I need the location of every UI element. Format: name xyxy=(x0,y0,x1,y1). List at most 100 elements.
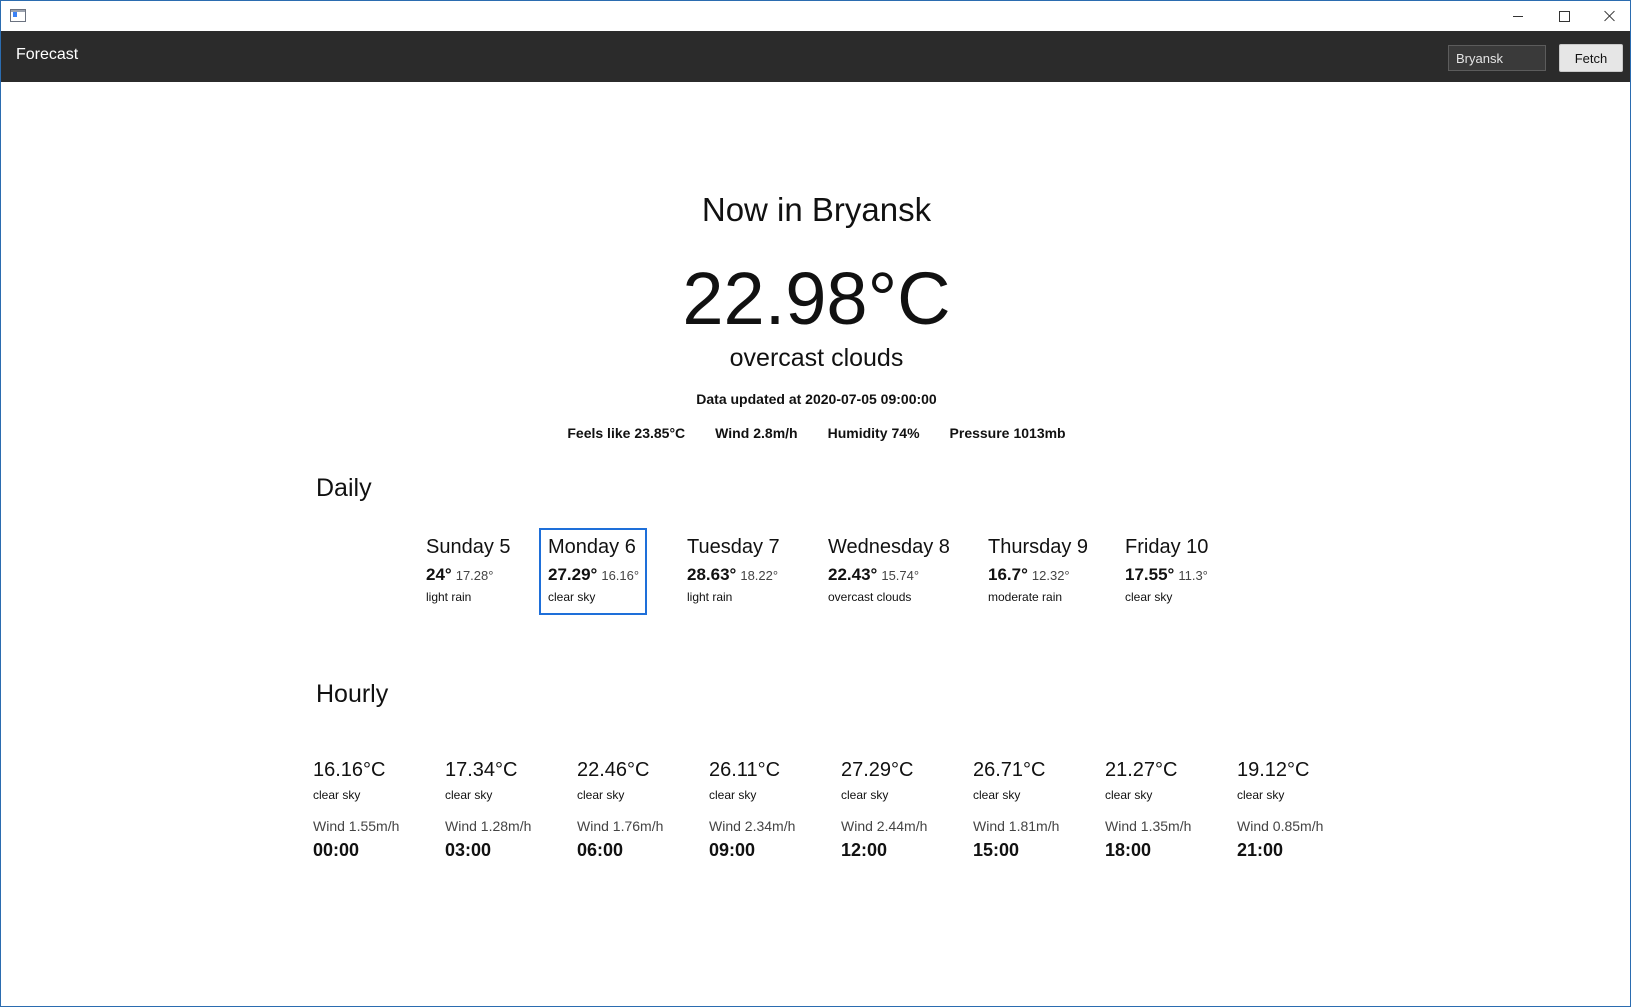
hour-temperature: 27.29°C xyxy=(841,759,914,781)
stat-value: 23.85°C xyxy=(634,425,686,441)
hour-description: clear sky xyxy=(1237,788,1285,802)
hour-wind: Wind 1.35m/h xyxy=(1105,818,1192,834)
day-min-temp: 12.32° xyxy=(1031,568,1070,583)
city-input[interactable] xyxy=(1448,45,1546,71)
day-min-temp: 17.28° xyxy=(455,568,494,583)
hour-description: clear sky xyxy=(841,788,889,802)
day-min-temp: 18.22° xyxy=(740,568,779,583)
hour-time: 09:00 xyxy=(709,840,756,860)
day-max-temp: 28.63° xyxy=(687,565,737,584)
day-description: clear sky xyxy=(1125,590,1173,604)
stat-pressure: Pressure 1013mb xyxy=(950,425,1066,441)
day-temps: 24° 17.28° xyxy=(426,565,511,585)
stat-label: Pressure xyxy=(949,425,1010,441)
day-max-temp: 27.29° xyxy=(548,565,598,584)
hour-description: clear sky xyxy=(445,788,493,802)
day-temps: 22.43° 15.74° xyxy=(828,565,950,585)
daily-item[interactable]: Thursday 9 16.7° 12.32° moderate rain xyxy=(979,528,1097,615)
minimize-button[interactable] xyxy=(1495,1,1541,31)
hour-wind: Wind 1.76m/h xyxy=(577,818,664,834)
stat-label: Humidity xyxy=(827,425,888,441)
day-name: Friday 10 xyxy=(1125,536,1209,558)
current-stats: Feels like 23.85°C Wind 2.8m/h Humidity … xyxy=(1,425,1630,441)
app-bar: Forecast Fetch xyxy=(1,31,1630,82)
hour-temperature: 26.11°C xyxy=(709,759,781,781)
day-min-temp: 16.16° xyxy=(601,568,640,583)
minimize-icon xyxy=(1513,15,1523,17)
daily-section-title: Daily xyxy=(316,474,372,502)
day-temps: 17.55° 11.3° xyxy=(1125,565,1208,585)
hour-wind: Wind 0.85m/h xyxy=(1237,818,1324,834)
data-updated-label: Data updated at 2020-07-05 09:00:00 xyxy=(696,391,937,407)
daily-item[interactable]: Tuesday 7 28.63° 18.22° light rain xyxy=(678,528,789,615)
stat-label: Wind xyxy=(715,425,750,441)
day-min-temp: 11.3° xyxy=(1178,568,1208,583)
hour-wind: Wind 2.34m/h xyxy=(709,818,796,834)
day-max-temp: 16.7° xyxy=(988,565,1028,584)
day-name: Sunday 5 xyxy=(426,536,511,558)
hour-description: clear sky xyxy=(313,788,361,802)
maximize-button[interactable] xyxy=(1541,1,1587,31)
stat-humidity: Humidity 74% xyxy=(828,425,920,441)
hour-time: 03:00 xyxy=(445,840,492,860)
app-icon xyxy=(10,9,26,22)
hourly-item: 21.27°C clear sky Wind 1.35m/h 18:00 xyxy=(1105,759,1235,861)
hour-time: 00:00 xyxy=(313,840,360,860)
hour-wind: Wind 1.55m/h xyxy=(313,818,400,834)
hour-time: 12:00 xyxy=(841,840,888,860)
hour-wind: Wind 2.44m/h xyxy=(841,818,928,834)
daily-item[interactable]: Sunday 5 24° 17.28° light rain xyxy=(417,528,520,615)
day-max-temp: 24° xyxy=(426,565,452,584)
app-title: Forecast xyxy=(16,46,79,63)
daily-item[interactable]: Friday 10 17.55° 11.3° clear sky xyxy=(1116,528,1217,615)
hour-temperature: 19.12°C xyxy=(1237,759,1310,781)
day-temps: 28.63° 18.22° xyxy=(687,565,780,585)
hour-wind: Wind 1.28m/h xyxy=(445,818,532,834)
day-name: Tuesday 7 xyxy=(687,536,780,558)
hourly-item: 17.34°C clear sky Wind 1.28m/h 03:00 xyxy=(445,759,575,861)
hourly-section-title: Hourly xyxy=(316,680,389,708)
current-temperature: 22.98°C xyxy=(682,257,951,340)
hour-description: clear sky xyxy=(1105,788,1153,802)
close-button[interactable] xyxy=(1587,1,1630,31)
hour-temperature: 16.16°C xyxy=(313,759,386,781)
stat-value: 1013mb xyxy=(1013,425,1066,441)
hour-time: 15:00 xyxy=(973,840,1020,860)
day-temps: 16.7° 12.32° xyxy=(988,565,1088,585)
maximize-icon xyxy=(1558,10,1570,22)
now-title: Now in Bryansk xyxy=(701,191,932,228)
daily-item[interactable]: Wednesday 8 22.43° 15.74° overcast clouds xyxy=(819,528,959,615)
hour-wind: Wind 1.81m/h xyxy=(973,818,1060,834)
day-description: clear sky xyxy=(548,590,596,604)
hourly-item: 26.71°C clear sky Wind 1.81m/h 15:00 xyxy=(973,759,1103,861)
day-max-temp: 22.43° xyxy=(828,565,878,584)
day-max-temp: 17.55° xyxy=(1125,565,1175,584)
current-description: overcast clouds xyxy=(729,344,904,372)
stat-wind: Wind 2.8m/h xyxy=(715,425,797,441)
stat-label: Feels like xyxy=(567,425,631,441)
stat-value: 2.8m/h xyxy=(753,425,798,441)
hourly-item: 19.12°C clear sky Wind 0.85m/h 21:00 xyxy=(1237,759,1367,861)
hour-temperature: 17.34°C xyxy=(445,759,518,781)
day-min-temp: 15.74° xyxy=(881,568,920,583)
fetch-button[interactable]: Fetch xyxy=(1559,44,1623,72)
day-description: light rain xyxy=(687,590,733,604)
hour-temperature: 26.71°C xyxy=(973,759,1046,781)
hourly-item: 27.29°C clear sky Wind 2.44m/h 12:00 xyxy=(841,759,971,861)
hourly-item: 16.16°C clear sky Wind 1.55m/h 00:00 xyxy=(313,759,443,861)
day-description: overcast clouds xyxy=(828,590,912,604)
day-name: Monday 6 xyxy=(548,536,636,558)
daily-item-selected[interactable]: Monday 6 27.29° 16.16° clear sky xyxy=(539,528,647,615)
hour-temperature: 21.27°C xyxy=(1105,759,1178,781)
title-bar xyxy=(1,1,1630,31)
hour-description: clear sky xyxy=(973,788,1021,802)
close-icon xyxy=(1604,10,1616,22)
hour-time: 06:00 xyxy=(577,840,624,860)
day-description: moderate rain xyxy=(988,590,1063,604)
app-window: Forecast Fetch Now in Bryansk 22.98°C ov… xyxy=(0,0,1631,1007)
hour-description: clear sky xyxy=(709,788,757,802)
hour-time: 18:00 xyxy=(1105,840,1152,860)
hour-temperature: 22.46°C xyxy=(577,759,650,781)
hourly-item: 26.11°C clear sky Wind 2.34m/h 09:00 xyxy=(709,759,839,861)
day-name: Thursday 9 xyxy=(988,536,1089,558)
